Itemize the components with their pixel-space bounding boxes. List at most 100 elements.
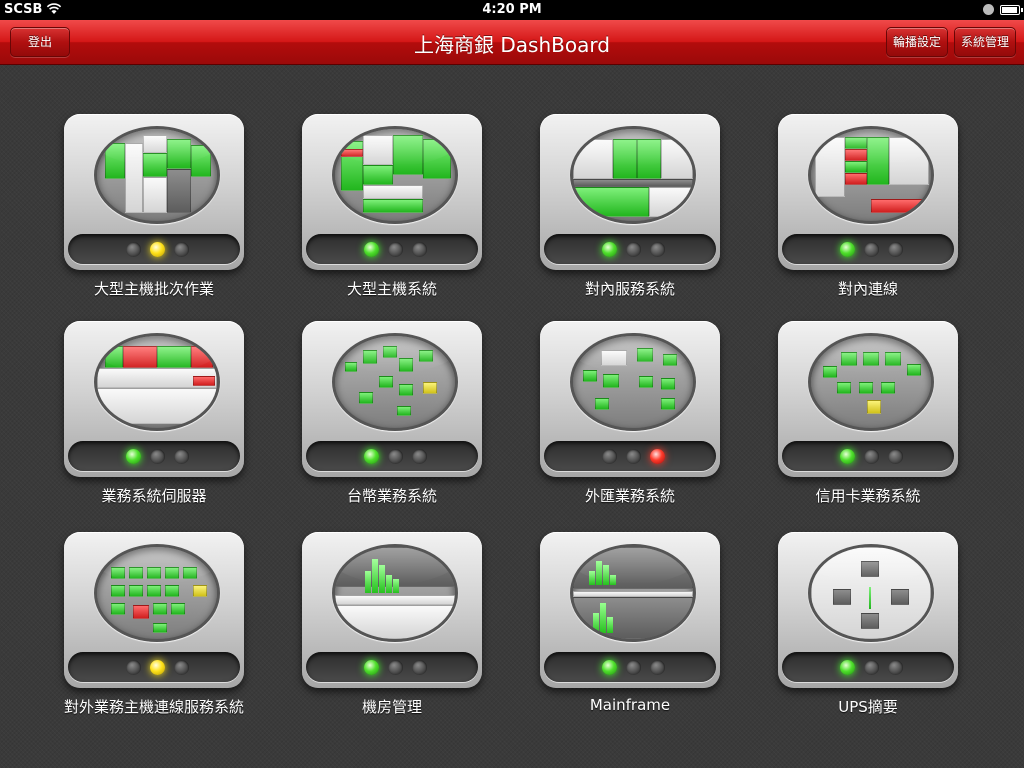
status-light-bar	[782, 234, 954, 264]
screen-thumbnail	[570, 126, 696, 224]
status-led	[888, 449, 903, 464]
dashboard-tile[interactable]: Mainframe	[538, 532, 722, 722]
tile-label: 大型主機系統	[346, 280, 437, 298]
status-light-bar	[544, 234, 716, 264]
status-led	[412, 660, 427, 675]
device-icon	[778, 114, 958, 270]
device-icon	[302, 114, 482, 270]
status-led	[864, 449, 879, 464]
screen-thumbnail	[332, 126, 458, 224]
screen-thumbnail	[332, 544, 458, 642]
device-icon	[540, 321, 720, 477]
dashboard-tile[interactable]: 信用卡業務系統	[776, 321, 960, 511]
tile-label: 對內連線	[837, 280, 898, 298]
status-led	[602, 449, 617, 464]
status-led	[364, 660, 379, 675]
tile-label: 信用卡業務系統	[815, 487, 921, 505]
status-led	[150, 660, 165, 675]
status-light-bar	[68, 441, 240, 471]
screen-thumbnail	[94, 126, 220, 224]
clock: 4:20 PM	[482, 2, 542, 17]
screen-thumbnail	[94, 333, 220, 431]
screen-thumbnail	[808, 126, 934, 224]
screen-thumbnail	[570, 333, 696, 431]
status-bar: SCSB 4:20 PM	[0, 0, 1024, 20]
device-icon	[64, 114, 244, 270]
screen-thumbnail	[808, 544, 934, 642]
status-led	[602, 660, 617, 675]
tile-label: 機房管理	[361, 698, 422, 716]
screen-thumbnail	[332, 333, 458, 431]
status-led	[626, 449, 641, 464]
status-light-bar	[544, 652, 716, 682]
dashboard-tile[interactable]: 大型主機系統	[300, 114, 484, 304]
status-led	[626, 660, 641, 675]
dashboard-tile[interactable]: 對內連線	[776, 114, 960, 304]
status-light-bar	[544, 441, 716, 471]
dashboard-tile[interactable]: 業務系統伺服器	[62, 321, 246, 511]
status-led	[174, 660, 189, 675]
status-led	[840, 449, 855, 464]
dashboard-tile[interactable]: 對外業務主機連線服務系統	[62, 532, 246, 722]
device-icon	[302, 532, 482, 688]
status-led	[888, 242, 903, 257]
tile-label: UPS摘要	[838, 698, 898, 716]
status-led	[150, 242, 165, 257]
status-led	[364, 449, 379, 464]
status-led	[602, 242, 617, 257]
dashboard-tile[interactable]: 機房管理	[300, 532, 484, 722]
status-led	[650, 449, 665, 464]
screen-thumbnail	[94, 544, 220, 642]
status-light-bar	[782, 441, 954, 471]
status-led	[626, 242, 641, 257]
status-led	[412, 449, 427, 464]
dashboard-tile[interactable]: 大型主機批次作業	[62, 114, 246, 304]
battery-icon	[1000, 5, 1023, 15]
device-icon	[302, 321, 482, 477]
dashboard-tile[interactable]: 外匯業務系統	[538, 321, 722, 511]
status-led	[864, 660, 879, 675]
device-icon	[540, 114, 720, 270]
system-admin-button[interactable]: 系統管理	[954, 27, 1016, 57]
status-led	[126, 449, 141, 464]
tile-label: 外匯業務系統	[584, 487, 675, 505]
status-light-bar	[306, 652, 478, 682]
device-icon	[540, 532, 720, 688]
status-led	[412, 242, 427, 257]
tile-label: 對外業務主機連線服務系統	[63, 698, 244, 716]
status-led	[364, 242, 379, 257]
tile-label: Mainframe	[589, 696, 671, 714]
status-light-bar	[782, 652, 954, 682]
tile-label: 大型主機批次作業	[93, 280, 214, 298]
device-icon	[778, 532, 958, 688]
dashboard-grid: 大型主機批次作業 大型主機系統 對內服務系統 對內連線 業務系統伺服器 台幣業務…	[0, 64, 1024, 768]
dashboard-tile[interactable]: UPS摘要	[776, 532, 960, 722]
status-light-bar	[68, 652, 240, 682]
orientation-lock-icon	[983, 4, 994, 15]
status-led	[126, 242, 141, 257]
status-led	[388, 660, 403, 675]
status-led	[174, 449, 189, 464]
status-led	[650, 242, 665, 257]
status-light-bar	[306, 441, 478, 471]
status-led	[126, 660, 141, 675]
screen-thumbnail	[808, 333, 934, 431]
status-led	[388, 449, 403, 464]
carousel-settings-button[interactable]: 輪播設定	[886, 27, 948, 57]
page-title: 上海商銀 DashBoard	[414, 33, 610, 57]
status-led	[650, 660, 665, 675]
dashboard-tile[interactable]: 對內服務系統	[538, 114, 722, 304]
navigation-bar: 登出 上海商銀 DashBoard 輪播設定 系統管理	[0, 20, 1024, 65]
screen-thumbnail	[570, 544, 696, 642]
tile-label: 對內服務系統	[584, 280, 675, 298]
device-icon	[778, 321, 958, 477]
status-led	[388, 242, 403, 257]
device-icon	[64, 532, 244, 688]
dashboard-tile[interactable]: 台幣業務系統	[300, 321, 484, 511]
status-light-bar	[68, 234, 240, 264]
device-icon	[64, 321, 244, 477]
status-led	[888, 660, 903, 675]
status-led	[150, 449, 165, 464]
status-led	[864, 242, 879, 257]
tile-label: 業務系統伺服器	[101, 487, 207, 505]
